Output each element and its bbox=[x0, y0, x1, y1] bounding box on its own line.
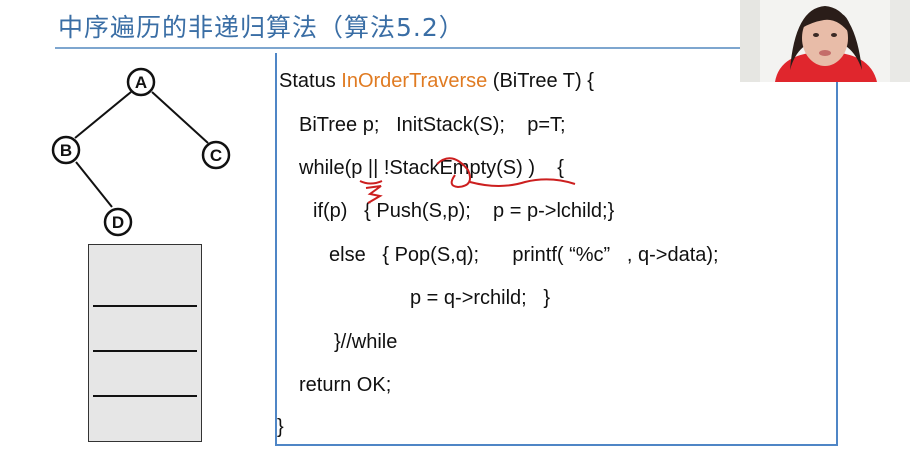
code-function-name: InOrderTraverse bbox=[341, 70, 488, 92]
svg-text:B: B bbox=[60, 141, 72, 160]
code-line-3: while(p || !StackEmpty(S) ) { bbox=[299, 157, 564, 179]
code-line-4: if(p) { Push(S,p); p = p->lchild;} bbox=[313, 200, 615, 222]
code-line-7: }//while bbox=[334, 331, 398, 353]
tree-node-b: B bbox=[51, 135, 81, 165]
code-keyword-status: Status bbox=[279, 70, 342, 92]
code-listing-box: Status InOrderTraverse (BiTree T) { BiTr… bbox=[275, 53, 838, 446]
svg-text:A: A bbox=[135, 73, 147, 92]
stack-slot-divider bbox=[93, 395, 197, 397]
code-signature: (BiTree T) { bbox=[487, 70, 594, 92]
code-line-6: p = q->rchild; } bbox=[410, 287, 551, 309]
tree-edge-a-b bbox=[74, 91, 132, 139]
binary-tree-diagram: A B C D bbox=[51, 67, 231, 237]
code-line-5: else { Pop(S,q); printf( “%c” , q->data)… bbox=[329, 244, 719, 266]
presenter-webcam-icon bbox=[740, 0, 910, 82]
code-line-1: Status InOrderTraverse (BiTree T) { bbox=[279, 70, 594, 93]
tree-edge-b-d bbox=[75, 161, 113, 208]
svg-text:D: D bbox=[112, 213, 124, 232]
tree-edge-a-c bbox=[151, 91, 209, 144]
tree-node-d: D bbox=[103, 207, 133, 237]
tree-node-a: A bbox=[126, 67, 156, 97]
stack-slot-divider bbox=[93, 305, 197, 307]
tree-node-c: C bbox=[201, 140, 231, 170]
code-line-9: } bbox=[277, 416, 284, 438]
stack-slot-divider bbox=[93, 350, 197, 352]
code-line-2: BiTree p; InitStack(S); p=T; bbox=[299, 114, 566, 136]
code-line-8: return OK; bbox=[299, 374, 392, 396]
svg-text:C: C bbox=[210, 146, 222, 165]
stack-diagram bbox=[88, 244, 202, 442]
